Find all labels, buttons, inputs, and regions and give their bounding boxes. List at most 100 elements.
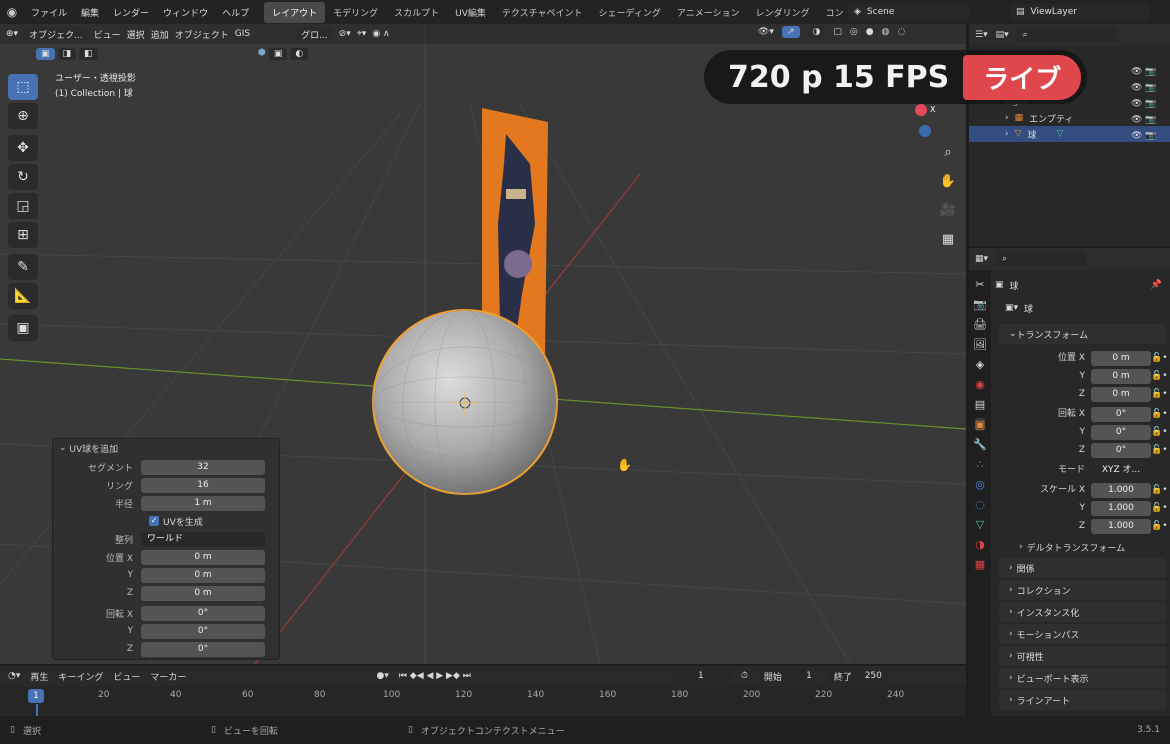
display-mode-icon[interactable]: ▤▾ [996, 30, 1009, 40]
properties-search-input[interactable]: ⌕ [996, 251, 1087, 267]
gradient-icon[interactable]: ⬢ [258, 48, 266, 60]
menu-edit[interactable]: 編集 [74, 6, 106, 19]
record-icon[interactable]: ●▾ [376, 671, 388, 681]
pivot-icon[interactable]: ⊘▾ [339, 29, 351, 39]
lock-icon[interactable]: 🔓• [1151, 406, 1168, 422]
data-tab-icon[interactable]: ▽ [976, 518, 984, 531]
location-x-field[interactable]: 0 m [1091, 350, 1151, 366]
pin-icon[interactable]: 📌 [1151, 280, 1162, 290]
tab-layout[interactable]: レイアウト [264, 1, 326, 23]
lock-icon[interactable]: 🔓• [1151, 482, 1168, 498]
location-z-field[interactable]: 0 m [141, 585, 265, 601]
timeline-editor-icon[interactable]: ◔▾ [8, 671, 20, 681]
eye-icon[interactable]: 👁 📷 [1131, 80, 1157, 96]
measure-tool-icon[interactable]: 📐 [8, 283, 38, 309]
marker-menu[interactable]: マーカー [150, 670, 186, 683]
playback-menu[interactable]: 再生 [30, 670, 48, 683]
wireframe-shading-icon[interactable]: ◎ [850, 27, 858, 37]
playback-controls-icon[interactable]: ⏮ ◆◀ ◀ ▶ ▶◆ ⏭ [399, 671, 471, 681]
solid-shading-icon[interactable]: ● [866, 27, 874, 37]
material-shading-icon[interactable]: ◍ [882, 27, 890, 37]
rotation-x-field[interactable]: 0° [141, 605, 265, 621]
eye-icon[interactable]: 👁 📷 [1131, 112, 1157, 128]
object-name-field[interactable]: ▣▾ 球 [999, 300, 1164, 316]
lock-icon[interactable]: 🔓• [1151, 350, 1168, 366]
tab-rendering[interactable]: レンダリング [748, 2, 818, 23]
particles-tab-icon[interactable]: ∴ [977, 458, 984, 471]
collapse-chevron-icon[interactable]: ⌄ [59, 443, 67, 453]
delta-transform-subpanel[interactable]: › デルタトランスフォーム [995, 538, 1170, 556]
outliner-search-input[interactable]: ⌕ [1016, 27, 1117, 43]
scale-tool-icon[interactable]: ◲ [8, 193, 38, 219]
menu-view[interactable]: ビュー [94, 28, 121, 41]
menu-file[interactable]: ファイル [24, 6, 74, 19]
rotation-mode-dropdown[interactable]: XYZ オ... [1091, 462, 1151, 478]
location-z-field[interactable]: 0 m [1091, 386, 1151, 402]
proportional-edit-icon[interactable]: ◉ ∧ [372, 29, 389, 39]
location-y-field[interactable]: 0 m [141, 567, 265, 583]
view-layer-selector[interactable]: ▤ ViewLayer [1010, 4, 1150, 20]
transform-tool-icon[interactable]: ⊞ [8, 222, 38, 248]
render-tab-icon[interactable]: 📷 [973, 298, 987, 311]
collection-tab-icon[interactable]: ▤ [975, 398, 985, 411]
world-tab-icon[interactable]: ◉ [975, 378, 985, 391]
object-tab-icon[interactable]: ▣ [974, 418, 986, 431]
filter-mesh-icon[interactable]: ▣ [268, 48, 288, 60]
tab-texture-paint[interactable]: テクスチャペイント [494, 2, 591, 23]
rotation-z-field[interactable]: 0° [141, 641, 265, 657]
blender-logo-icon[interactable]: ◉ [0, 5, 24, 19]
tab-animation[interactable]: アニメーション [669, 2, 748, 23]
transform-section-header[interactable]: ⌄ トランスフォーム [999, 324, 1166, 344]
tab-modeling[interactable]: モデリング [325, 2, 386, 23]
generate-uv-checkbox[interactable]: ✓ [149, 516, 159, 526]
lock-icon[interactable]: 🔓• [1151, 500, 1168, 516]
collections-section[interactable]: › コレクション [999, 580, 1166, 600]
rotation-y-field[interactable]: 0° [141, 623, 265, 639]
tab-sculpt[interactable]: スカルプト [386, 2, 447, 23]
tab-uv-editing[interactable]: UV編集 [447, 2, 494, 23]
overlay-toggle-icon[interactable]: ◑ [807, 26, 826, 38]
scale-y-field[interactable]: 1.000 [1091, 500, 1151, 516]
editor-type-icon[interactable]: ⊕▾ [6, 29, 18, 39]
snap-icon[interactable]: ⌖▾ [357, 29, 367, 39]
timeline-ruler[interactable]: 1 20 40 60 80 100 120 140 160 180 200 22… [0, 686, 966, 716]
visibility-section[interactable]: › 可視性 [999, 646, 1166, 666]
zoom-icon[interactable]: ⌕ [936, 140, 960, 164]
menu-add[interactable]: 追加 [151, 28, 169, 41]
select-mode-extend-icon[interactable]: ◨ [57, 48, 77, 60]
scale-x-field[interactable]: 1.000 [1091, 482, 1151, 498]
transform-orientation-dropdown[interactable]: グロ... [296, 26, 333, 42]
lock-icon[interactable]: 🔓• [1151, 368, 1168, 384]
relations-section[interactable]: › 関係 [999, 558, 1166, 578]
lock-icon[interactable]: 🔓• [1151, 386, 1168, 402]
constraints-tab-icon[interactable]: ◌ [975, 498, 985, 511]
expand-arrow-icon[interactable]: › [1005, 113, 1009, 123]
location-y-field[interactable]: 0 m [1091, 368, 1151, 384]
menu-gis[interactable]: GIS [235, 29, 250, 39]
view-layer-tab-icon[interactable]: 🖼 [973, 338, 987, 351]
line-art-section[interactable]: › ラインアート [999, 690, 1166, 710]
rotation-x-field[interactable]: 0° [1091, 406, 1151, 422]
modifier-tab-icon[interactable]: 🔧 [973, 438, 987, 451]
cursor-tool-icon[interactable]: ⊕ [8, 103, 38, 129]
menu-window[interactable]: ウィンドウ [156, 6, 215, 19]
playhead[interactable]: 1 [28, 689, 44, 703]
mode-dropdown[interactable]: オブジェク... [24, 26, 88, 42]
eye-icon[interactable]: 👁 📷 [1131, 128, 1157, 144]
physics-tab-icon[interactable]: ◎ [975, 478, 985, 491]
add-cube-tool-icon[interactable]: ▣ [8, 315, 38, 341]
select-mode-new-icon[interactable]: ▣ [36, 48, 55, 60]
timeline-view-menu[interactable]: ビュー [113, 670, 140, 683]
panel-header[interactable]: ⌄ UV球を追加 [53, 439, 279, 457]
location-x-field[interactable]: 0 m [141, 549, 265, 565]
start-frame-field[interactable]: 開始 1 [757, 668, 818, 684]
scene-tab-icon[interactable]: ◈ [976, 358, 984, 371]
camera-icon[interactable]: 🎥 [936, 198, 960, 222]
end-frame-field[interactable]: 終了 250 [827, 668, 888, 684]
expand-arrow-icon[interactable]: › [1005, 129, 1009, 139]
visibility-icon[interactable]: 👁▾ [758, 27, 774, 37]
eye-icon[interactable]: 👁 📷 [1131, 96, 1157, 112]
rings-field[interactable]: 16 [141, 477, 265, 493]
select-tool-icon[interactable]: ⬚ [8, 74, 38, 100]
rotation-z-field[interactable]: 0° [1091, 442, 1151, 458]
